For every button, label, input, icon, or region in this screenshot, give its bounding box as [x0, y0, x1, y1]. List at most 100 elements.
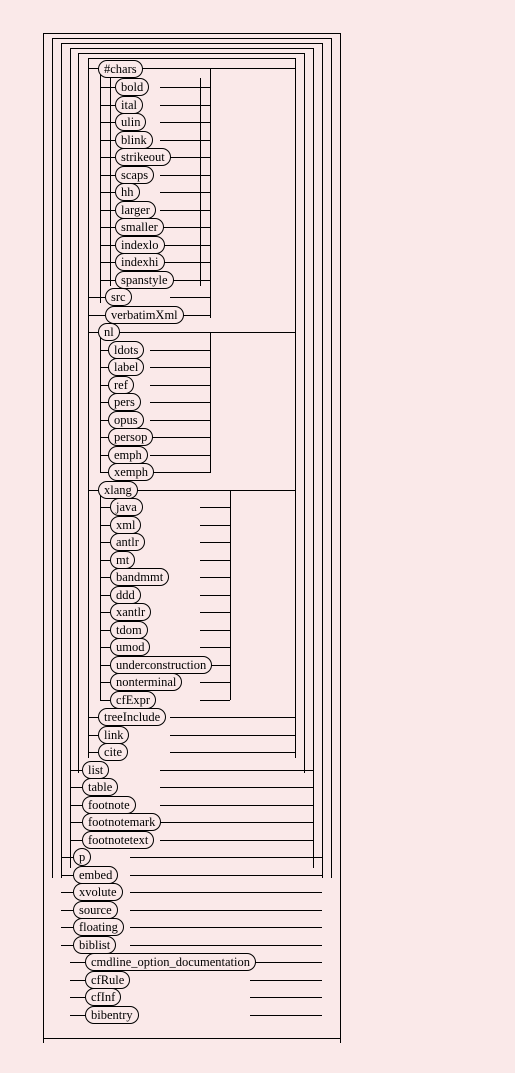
node-label: nonterminal: [116, 675, 176, 689]
rail: [100, 577, 110, 578]
rail: [100, 560, 110, 561]
rail: [100, 140, 115, 141]
node-footnotetext: footnotetext: [82, 831, 154, 849]
node-label: indexhi: [121, 255, 159, 269]
node-cfInf: cfInf: [85, 988, 121, 1006]
node-label: footnotetext: [88, 833, 148, 847]
rail: [88, 58, 295, 59]
rail: [70, 787, 82, 788]
rail: [230, 490, 231, 700]
rail: [78, 53, 79, 773]
node-nonterminal: nonterminal: [110, 673, 182, 691]
rail: [100, 507, 110, 508]
node-label: smaller: [121, 220, 158, 234]
rail: [200, 595, 230, 596]
node-label: scaps: [121, 168, 148, 182]
node-label: umod: [116, 640, 144, 654]
syntax-diagram: #chars 78 bolditalulinblinkstrikeoutscap…: [0, 0, 515, 60]
rail: [313, 48, 314, 868]
rail: [70, 805, 82, 806]
node-label: verbatimXml: [111, 308, 178, 322]
rail: [43, 1038, 340, 1039]
rail: [170, 297, 210, 298]
node-xvolute: xvolute: [73, 883, 123, 901]
rail: [88, 58, 89, 758]
rail: [200, 507, 230, 508]
node-mt: mt: [110, 551, 135, 569]
node-label: p: [79, 850, 85, 864]
node-label: #chars: [104, 62, 137, 76]
rail: [250, 1015, 322, 1016]
rail: [100, 280, 115, 281]
rail: [160, 175, 210, 176]
rail: [295, 58, 296, 758]
rail: [200, 78, 201, 286]
node-label: cfExpr: [116, 693, 150, 707]
node-larger: larger: [115, 201, 156, 219]
rail: [130, 857, 322, 858]
rail: [250, 997, 322, 998]
rail: [210, 333, 211, 473]
node-xlang: xlang: [98, 481, 138, 499]
rail: [250, 962, 322, 963]
rail: [100, 700, 110, 701]
rail: [200, 542, 230, 543]
node-treeInclude: treeInclude: [98, 708, 166, 726]
node-label: cfRule: [91, 973, 124, 987]
rail: [100, 630, 110, 631]
rail: [150, 420, 210, 421]
rail: [61, 875, 73, 876]
node-bold: bold: [115, 78, 149, 96]
rail: [88, 297, 105, 298]
node-label: list: [88, 763, 103, 777]
node-label: bold: [121, 80, 143, 94]
rail: [200, 630, 230, 631]
rail: [331, 38, 332, 878]
node-label: xvolute: [79, 885, 117, 899]
node-label: floating: [79, 920, 118, 934]
rail: [52, 38, 53, 878]
rail: [150, 350, 210, 351]
node-label: spanstyle: [121, 273, 168, 287]
node-label: footnote: [88, 798, 130, 812]
rail: [160, 227, 210, 228]
rail: [200, 612, 230, 613]
node-label: persop: [114, 430, 147, 444]
node-label: bibentry: [91, 1008, 133, 1022]
node-label: xlang: [104, 483, 132, 497]
rail: [150, 437, 210, 438]
node-label: ldots: [114, 343, 138, 357]
rail: [70, 48, 313, 49]
rail: [88, 315, 105, 316]
node-strikeout: strikeout: [115, 148, 171, 166]
rail: [70, 962, 85, 963]
node-label: cmdline_option_documentation: [91, 955, 250, 969]
rail: [160, 210, 210, 211]
rail: [150, 385, 210, 386]
node-ref: ref: [108, 376, 134, 394]
node-umod: umod: [110, 638, 150, 656]
node-label: underconstruction: [116, 658, 206, 672]
node-hh: hh: [115, 183, 140, 201]
rail: [88, 735, 98, 736]
rail: [130, 945, 322, 946]
node-footnotemark: footnotemark: [82, 813, 161, 831]
rail: [150, 455, 210, 456]
node-indexlo: indexlo: [115, 236, 165, 254]
node-label: cite: [104, 745, 122, 759]
node-label: xml: [116, 518, 135, 532]
node-p: p: [73, 848, 91, 866]
node-spanstyle: spanstyle: [115, 271, 174, 289]
rail: [100, 157, 115, 158]
node-label: ulin: [121, 115, 140, 129]
node-table: table: [82, 778, 118, 796]
rail: [160, 770, 313, 771]
rail: [100, 68, 101, 303]
rail: [304, 53, 305, 773]
node-label: pers: [114, 395, 135, 409]
rail: [43, 33, 340, 34]
node-nl: nl: [98, 323, 120, 341]
node-ddd: ddd: [110, 586, 141, 604]
node-persop: persop: [108, 428, 153, 446]
rail: [100, 262, 115, 263]
